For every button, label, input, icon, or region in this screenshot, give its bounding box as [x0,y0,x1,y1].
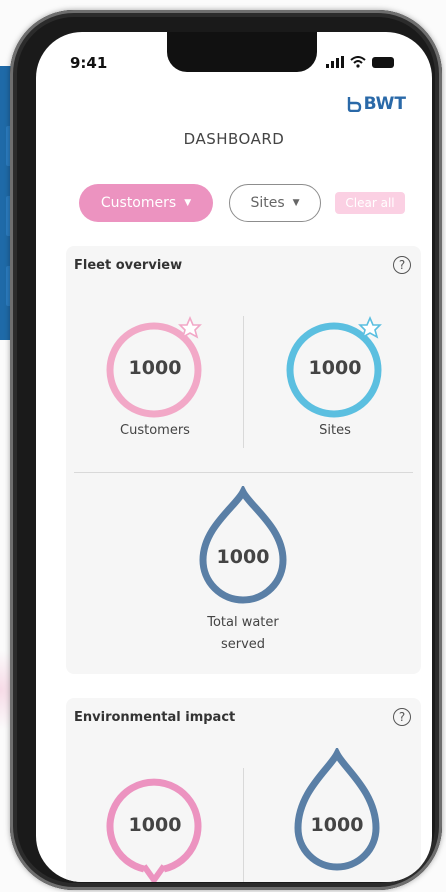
env-right-metric: 1000 [282,748,392,878]
divider [243,768,244,882]
card-title: Environmental impact [74,710,236,725]
water-value: 1000 [216,546,270,568]
page-title: DASHBOARD [183,130,285,148]
chevron-down-icon: ▼ [292,198,300,208]
logo-text: BWT [363,94,406,114]
water-drop-icon [294,748,380,871]
brand-logo: BWT [346,94,406,114]
customers-value: 1000 [128,357,182,379]
customers-filter-button[interactable]: Customers ▼ [79,184,213,222]
signal-icon [326,56,344,68]
env-left-value: 1000 [128,814,182,836]
clear-all-button[interactable]: Clear all [335,192,405,214]
status-time: 9:41 [70,54,108,72]
water-label-line2: served [220,637,266,652]
sites-label: Sites [319,423,351,438]
sites-metric: 1000 Sites [280,310,390,442]
sites-value: 1000 [308,357,362,379]
battery-icon [372,57,394,68]
status-icons [326,56,394,68]
water-label-line1: Total water [207,615,279,630]
customers-filter-label: Customers [100,195,177,211]
divider [243,316,244,448]
env-left-metric: 1000 [100,768,210,882]
card-title: Fleet overview [74,258,183,273]
environmental-impact-card: Environmental impact ? 1000 1000 [66,698,421,882]
bwt-logo-icon [347,97,361,112]
sparkle-icon [178,315,202,339]
help-icon[interactable]: ? [393,708,411,726]
notch [167,32,317,72]
water-metric: 1000 Total water served [186,486,300,656]
customers-metric: 1000 Customers [100,310,210,442]
sites-filter-label: Sites [250,195,285,211]
app-screen: 9:41 BWT DASHBOARD Customers ▼ Sites ▼ C… [36,32,432,882]
fleet-overview-card: Fleet overview ? 1000 Customers 1000 Sit… [66,246,421,674]
phone-frame: 9:41 BWT DASHBOARD Customers ▼ Sites ▼ C… [10,10,442,890]
customers-label: Customers [120,423,190,438]
chevron-down-icon: ▼ [184,198,192,208]
sparkle-icon [358,315,382,339]
sites-filter-button[interactable]: Sites ▼ [229,184,321,222]
divider [74,472,413,473]
wifi-icon [350,56,366,68]
env-right-value: 1000 [310,814,364,836]
help-icon[interactable]: ? [393,256,411,274]
